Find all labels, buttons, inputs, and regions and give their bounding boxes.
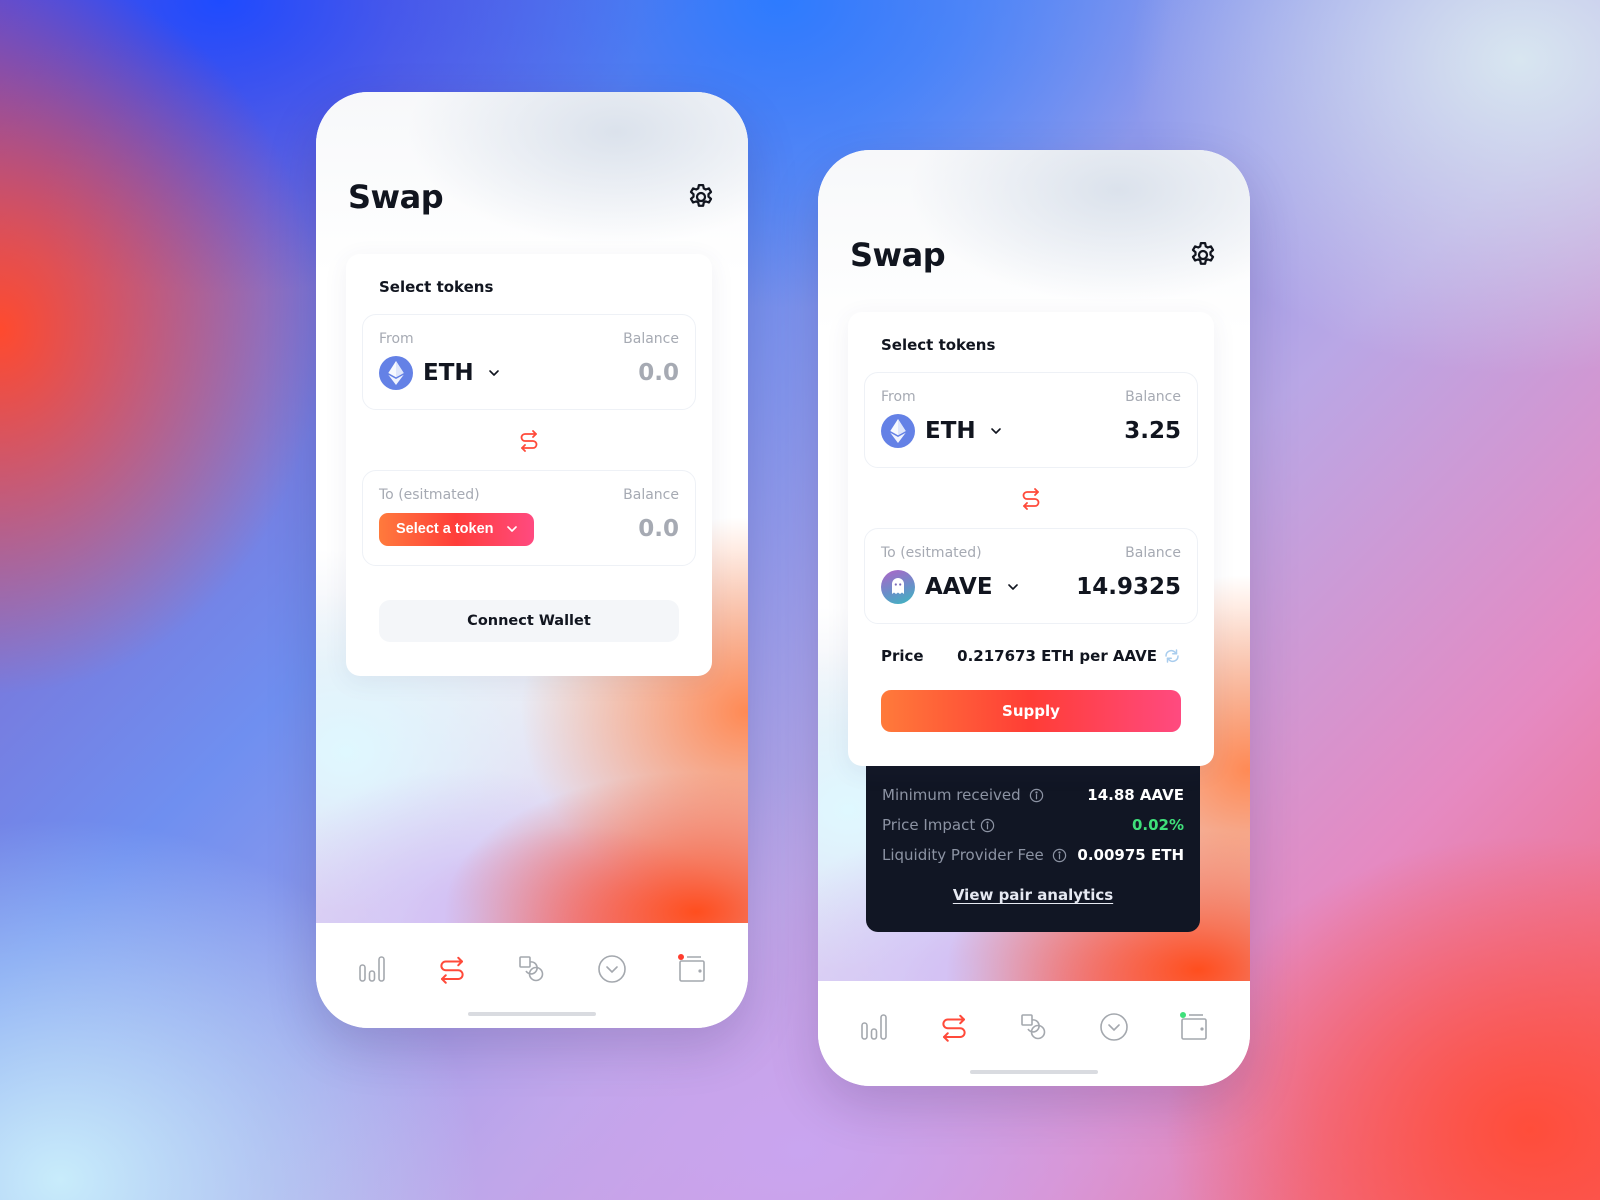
phone-screen-empty: Swap Select tokens From Balance ETH 0.0 <box>316 92 748 1028</box>
to-token-select[interactable]: AAVE <box>881 570 1019 604</box>
info-icon[interactable] <box>1052 848 1067 863</box>
trade-details-panel: Minimum received 14.88 AAVE Price Impact… <box>866 764 1200 932</box>
notification-dot <box>1180 1012 1186 1018</box>
detail-value: 14.88 AAVE <box>1087 786 1184 804</box>
tab-analytics[interactable] <box>354 951 390 987</box>
eth-icon <box>881 414 915 448</box>
balance-label: Balance <box>1125 545 1181 561</box>
from-balance-value: 3.25 <box>1124 418 1181 444</box>
tab-bar <box>316 923 748 1028</box>
swap-icon <box>942 1014 966 1042</box>
tab-pool[interactable] <box>1016 1009 1052 1045</box>
swap-icon <box>1022 488 1040 510</box>
chevron-down-icon <box>488 370 499 376</box>
select-tokens-card: Select tokens From Balance ETH 3.25 To (… <box>848 312 1214 766</box>
detail-value: 0.00975 ETH <box>1077 846 1184 864</box>
tab-wallet[interactable] <box>674 951 710 987</box>
connect-wallet-button[interactable]: Connect Wallet <box>379 600 679 642</box>
detail-row-lp-fee: Liquidity Provider Fee 0.00975 ETH <box>882 840 1184 870</box>
eth-icon <box>379 356 413 390</box>
from-token-box: From Balance ETH 3.25 <box>864 372 1198 468</box>
swap-icon <box>440 956 464 984</box>
info-icon[interactable] <box>1029 788 1044 803</box>
balance-label: Balance <box>1125 389 1181 405</box>
chevron-down-icon <box>990 428 1001 434</box>
balance-label: Balance <box>623 487 679 503</box>
tab-wallet[interactable] <box>1176 1009 1212 1045</box>
home-indicator <box>970 1070 1098 1074</box>
from-label: From <box>379 331 414 347</box>
detail-row-price-impact: Price Impact 0.02% <box>882 810 1184 840</box>
detail-label: Minimum received <box>882 786 1021 804</box>
bar-chart-icon <box>359 956 385 982</box>
price-value-wrap: 0.217673 ETH per AAVE <box>957 647 1181 665</box>
header: Swap <box>348 178 716 216</box>
select-tokens-card: Select tokens From Balance ETH 0.0 To (e… <box>346 254 712 676</box>
bar-chart-icon <box>861 1014 887 1040</box>
swap-icon <box>520 430 538 452</box>
card-title: Select tokens <box>881 336 996 354</box>
price-value: 0.217673 ETH per AAVE <box>957 647 1157 665</box>
from-token-name: ETH <box>925 418 976 444</box>
tab-pool[interactable] <box>514 951 550 987</box>
page-title: Swap <box>348 178 444 216</box>
select-token-label: Select a token <box>396 521 494 537</box>
to-label: To (esitmated) <box>881 545 982 561</box>
detail-label: Price Impact <box>882 816 976 834</box>
phone-screen-filled: Swap Select tokens From Balance ETH 3.25 <box>818 150 1250 1086</box>
tab-more[interactable] <box>594 951 630 987</box>
to-token-box: To (esitmated) Balance Select a token 0.… <box>362 470 696 566</box>
view-pair-analytics-link[interactable]: View pair analytics <box>882 886 1184 904</box>
swap-direction-button[interactable] <box>362 410 696 470</box>
balance-label: Balance <box>623 331 679 347</box>
tab-analytics[interactable] <box>856 1009 892 1045</box>
swap-direction-button[interactable] <box>864 468 1198 528</box>
header: Swap <box>850 236 1218 274</box>
info-icon[interactable] <box>980 818 995 833</box>
to-token-box: To (esitmated) Balance AAVE 14.9325 <box>864 528 1198 624</box>
chevron-down-icon <box>1007 584 1018 590</box>
tab-bar <box>818 981 1250 1086</box>
to-label: To (esitmated) <box>379 487 480 503</box>
tab-swap[interactable] <box>434 951 470 987</box>
price-row: Price 0.217673 ETH per AAVE <box>864 644 1198 668</box>
shapes-icon <box>1021 1014 1046 1040</box>
home-indicator <box>468 1012 596 1016</box>
tab-swap[interactable] <box>936 1009 972 1045</box>
notification-dot <box>678 954 684 960</box>
detail-row-minimum-received: Minimum received 14.88 AAVE <box>882 780 1184 810</box>
from-balance-value: 0.0 <box>638 360 679 386</box>
to-balance-value: 14.9325 <box>1076 574 1181 600</box>
chevron-circle-icon <box>1100 1013 1128 1041</box>
gear-icon[interactable] <box>1188 240 1218 270</box>
wallet-icon <box>1180 1012 1207 1040</box>
select-token-button[interactable]: Select a token <box>379 512 534 546</box>
supply-button[interactable]: Supply <box>881 690 1181 732</box>
tab-more[interactable] <box>1096 1009 1132 1045</box>
detail-value-positive: 0.02% <box>1131 816 1184 834</box>
aave-ghost-icon <box>881 570 915 604</box>
from-token-select[interactable]: ETH <box>881 414 1002 448</box>
from-label: From <box>881 389 916 405</box>
from-token-box: From Balance ETH 0.0 <box>362 314 696 410</box>
to-token-name: AAVE <box>925 574 993 600</box>
from-token-name: ETH <box>423 360 474 386</box>
shapes-icon <box>519 956 544 982</box>
chevron-down-icon <box>506 526 517 532</box>
gear-icon[interactable] <box>686 182 716 212</box>
card-title: Select tokens <box>379 278 494 296</box>
wallet-icon <box>678 954 705 982</box>
from-token-select[interactable]: ETH <box>379 356 500 390</box>
page-title: Swap <box>850 236 946 274</box>
chevron-circle-icon <box>598 955 626 983</box>
detail-label: Liquidity Provider Fee <box>882 846 1044 864</box>
refresh-icon[interactable] <box>1163 647 1181 665</box>
to-balance-value: 0.0 <box>638 516 679 542</box>
price-label: Price <box>881 647 924 665</box>
